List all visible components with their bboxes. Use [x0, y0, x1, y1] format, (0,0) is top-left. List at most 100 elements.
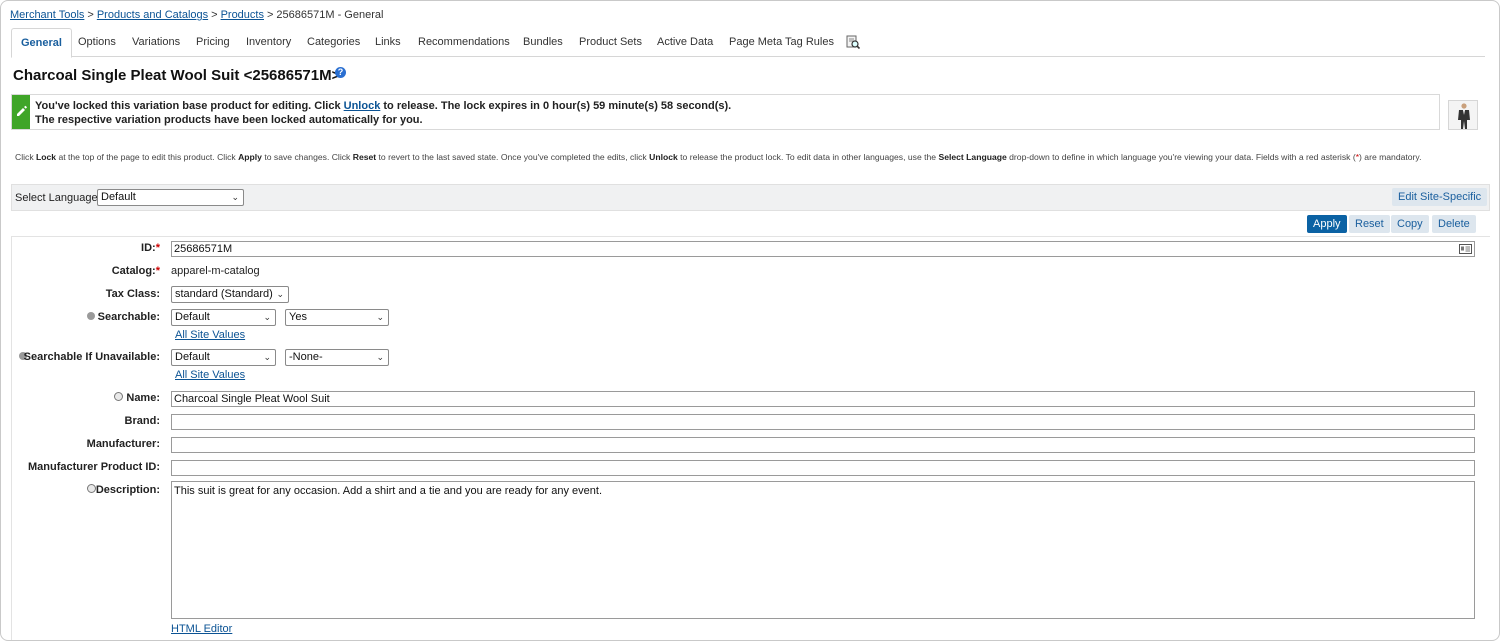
manufacturer-product-id-label: Manufacturer Product ID:	[27, 461, 160, 473]
reset-button[interactable]: Reset	[1349, 215, 1390, 233]
breadcrumb-current: 25686571M - General	[276, 9, 384, 21]
lock-message-pre: You've locked this variation base produc…	[35, 100, 344, 112]
copy-button[interactable]: Copy	[1391, 215, 1429, 233]
delete-button[interactable]: Delete	[1432, 215, 1476, 233]
id-label: ID:*	[141, 242, 160, 254]
edit-site-specific-button[interactable]: Edit Site-Specific	[1392, 188, 1488, 206]
hint-part: to save changes. Click	[261, 152, 353, 162]
hint-bold: Unlock	[649, 152, 678, 162]
tax-class-value: standard (Standard)	[175, 288, 273, 300]
breadcrumb-separator: >	[266, 9, 274, 21]
language-select-value: Default	[101, 191, 136, 203]
searchable-scope-select[interactable]: Default ⌄	[171, 309, 276, 326]
tab-options[interactable]: Options	[78, 28, 116, 57]
searchable-unavailable-scope-value: Default	[175, 351, 210, 363]
lock-message-line2: The respective variation products have b…	[35, 114, 423, 126]
hint-bold: Apply	[238, 152, 262, 162]
searchable-unavailable-all-site-values-link[interactable]: All Site Values	[175, 369, 245, 381]
tab-product-sets[interactable]: Product Sets	[579, 28, 642, 57]
lock-message-text: You've locked this variation base produc…	[35, 99, 731, 127]
tab-inventory[interactable]: Inventory	[246, 28, 291, 57]
tab-categories[interactable]: Categories	[307, 28, 360, 57]
searchable-all-site-values-link[interactable]: All Site Values	[175, 329, 245, 341]
search-page-icon[interactable]	[846, 35, 860, 49]
lock-message-post: to release. The lock expires in 0 hour(s…	[380, 100, 732, 112]
breadcrumb: Merchant Tools > Products and Catalogs > Pro…	[10, 9, 383, 21]
manufacturer-field[interactable]	[171, 437, 1475, 453]
instructions-text: Click Lock at the top of the page to edi…	[15, 152, 1421, 162]
searchable-unavailable-value: -None-	[289, 351, 323, 363]
help-icon[interactable]: ?	[335, 67, 346, 78]
tax-class-label: Tax Class:	[105, 288, 160, 300]
window-frame: Merchant Tools > Products and Catalogs > Pro…	[0, 0, 1500, 641]
chevron-down-icon: ⌄	[376, 312, 384, 322]
suit-figure-icon	[1458, 103, 1470, 129]
language-bar: Select Language: Default ⌄ Edit Site-Spe…	[11, 184, 1490, 211]
chevron-down-icon: ⌄	[263, 312, 271, 322]
tab-page-meta-tag-rules[interactable]: Page Meta Tag Rules	[729, 28, 834, 57]
hint-bold: Lock	[36, 152, 57, 162]
tab-links[interactable]: Links	[375, 28, 401, 57]
catalog-value: apparel-m-catalog	[171, 265, 260, 277]
hint-bold: Select Language	[938, 152, 1007, 162]
hint-part: at the top of the page to edit this prod…	[56, 152, 239, 162]
searchable-unavailable-select[interactable]: -None- ⌄	[285, 349, 389, 366]
breadcrumb-products[interactable]: Products	[221, 9, 264, 21]
tab-pricing[interactable]: Pricing	[196, 28, 230, 57]
breadcrumb-separator: >	[87, 9, 94, 21]
id-value: 25686571M	[174, 243, 233, 255]
hint-part: Click	[15, 152, 37, 162]
id-label-text: ID:	[141, 242, 156, 254]
language-select[interactable]: Default ⌄	[97, 189, 244, 206]
lock-status-bar	[12, 95, 30, 129]
apply-button[interactable]: Apply	[1307, 215, 1347, 233]
catalog-label-text: Catalog:	[111, 265, 156, 277]
required-asterisk: *	[155, 265, 160, 277]
lock-message-box: You've locked this variation base produc…	[11, 94, 1440, 130]
tab-active-data[interactable]: Active Data	[657, 28, 713, 57]
breadcrumb-merchant-tools[interactable]: Merchant Tools	[10, 9, 84, 21]
hint-part: drop-down to define in which language yo…	[1006, 152, 1356, 162]
description-textarea[interactable]: This suit is great for any occasion. Add…	[171, 481, 1475, 619]
chevron-down-icon: ⌄	[376, 352, 384, 362]
chevron-down-icon: ⌄	[263, 352, 271, 362]
brand-field[interactable]	[171, 414, 1475, 430]
unlock-link[interactable]: Unlock	[344, 100, 381, 112]
hint-bold: Reset	[352, 152, 377, 162]
breadcrumb-products-catalogs[interactable]: Products and Catalogs	[97, 9, 208, 21]
select-language-label: Select Language:	[15, 192, 101, 204]
edit-icon	[17, 105, 27, 116]
manufacturer-label: Manufacturer:	[86, 438, 160, 450]
searchable-unavailable-label: Searchable If Unavailable:	[23, 351, 160, 363]
tab-variations[interactable]: Variations	[132, 28, 180, 57]
searchable-select[interactable]: Yes ⌄	[285, 309, 389, 326]
site-specific-dot-icon	[87, 312, 95, 320]
manufacturer-product-id-field[interactable]	[171, 460, 1475, 476]
searchable-unavailable-scope-select[interactable]: Default ⌄	[171, 349, 276, 366]
tab-general[interactable]: General	[11, 28, 72, 58]
brand-label: Brand:	[124, 415, 160, 427]
localizable-globe-icon	[87, 484, 96, 493]
tab-bar: General Options Variations Pricing Inven…	[11, 28, 1485, 58]
chevron-down-icon: ⌄	[276, 289, 284, 299]
hint-part: to release the product lock. To edit dat…	[677, 152, 939, 162]
searchable-scope-value: Default	[175, 311, 210, 323]
name-label: Name:	[126, 392, 160, 404]
breadcrumb-separator: >	[211, 9, 218, 21]
name-field[interactable]: Charcoal Single Pleat Wool Suit	[171, 391, 1475, 407]
catalog-label: Catalog:*	[112, 265, 160, 277]
searchable-label: Searchable:	[97, 311, 160, 323]
searchable-value: Yes	[289, 311, 307, 323]
chevron-down-icon: ⌄	[231, 192, 239, 202]
required-asterisk: *	[155, 242, 160, 254]
html-editor-link[interactable]: HTML Editor	[171, 623, 232, 635]
id-field[interactable]: 25686571M	[171, 241, 1475, 257]
hint-part: ) are mandatory.	[1359, 152, 1422, 162]
tab-recommendations[interactable]: Recommendations	[418, 28, 510, 57]
localizable-globe-icon	[114, 392, 123, 401]
tax-class-select[interactable]: standard (Standard) ⌄	[171, 286, 289, 303]
tab-bundles[interactable]: Bundles	[523, 28, 563, 57]
description-label: Description:	[95, 484, 160, 496]
id-card-icon[interactable]	[1459, 244, 1472, 254]
product-thumbnail[interactable]	[1448, 100, 1478, 130]
